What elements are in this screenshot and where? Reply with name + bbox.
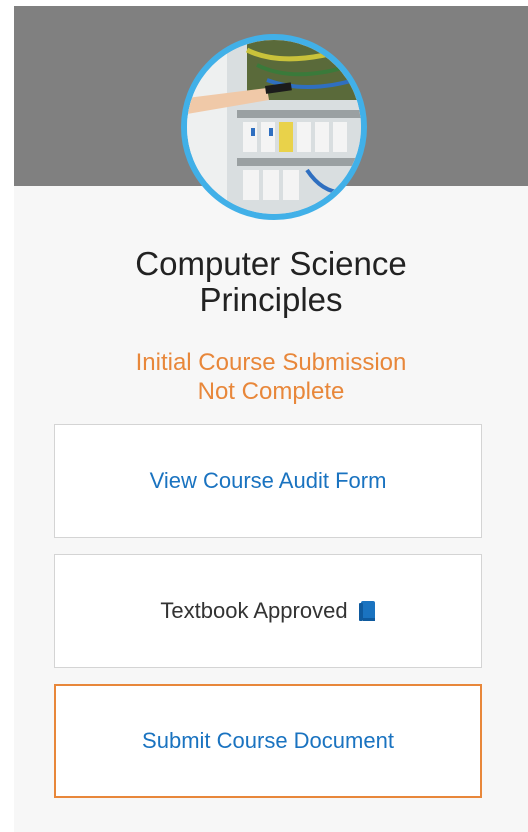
course-title-line2: Principles <box>199 281 343 318</box>
course-card: Computer Science Principles Initial Cour… <box>14 6 528 832</box>
submit-course-document-button[interactable]: Submit Course Document <box>54 684 482 798</box>
submit-course-document-label: Submit Course Document <box>142 728 394 753</box>
view-course-audit-form-label: View Course Audit Form <box>149 468 387 493</box>
view-course-audit-form-button[interactable]: View Course Audit Form <box>54 424 482 538</box>
submission-status-line2: Not Complete <box>197 378 345 405</box>
course-title-line1: Computer Science <box>135 245 407 282</box>
course-image <box>181 34 367 220</box>
textbook-approved-label: Textbook Approved <box>160 598 348 623</box>
submission-status: Initial Course Submission Not Complete <box>14 348 528 406</box>
course-title: Computer Science Principles <box>14 246 528 318</box>
electrical-panel-image <box>187 40 361 214</box>
submission-status-line1: Initial Course Submission <box>135 349 407 376</box>
book-icon <box>358 600 376 622</box>
textbook-approved-button[interactable]: Textbook Approved <box>54 554 482 668</box>
